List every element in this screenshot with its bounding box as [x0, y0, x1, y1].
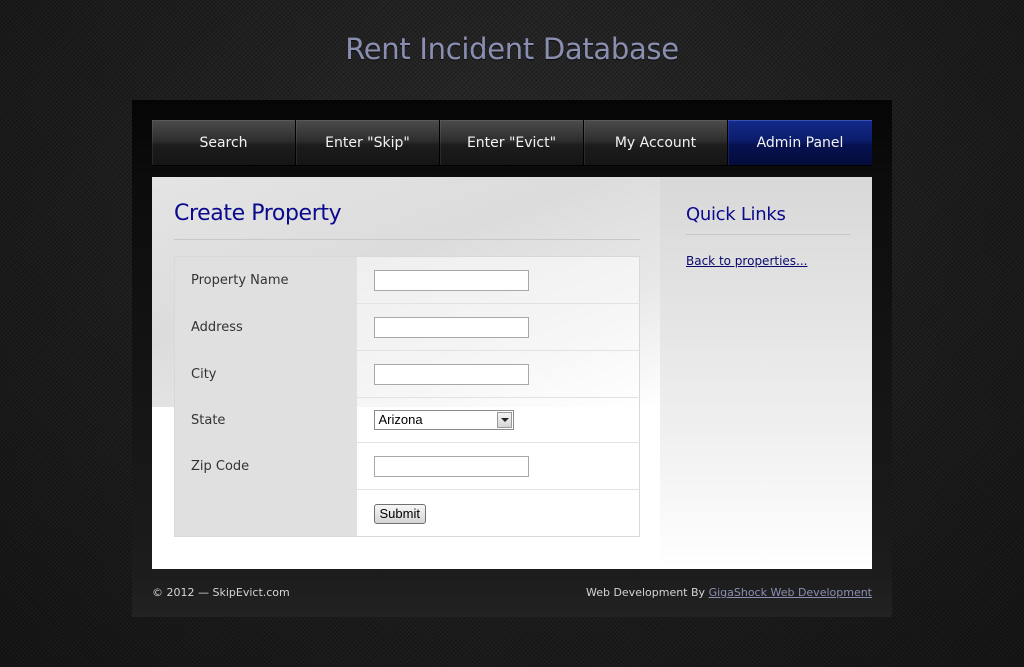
nav-item-enter-skip[interactable]: Enter "Skip" — [296, 120, 439, 166]
address-input[interactable] — [373, 316, 529, 338]
site-title: Rent Incident Database — [345, 32, 679, 66]
back-to-properties-link[interactable]: Back to properties... — [686, 254, 808, 268]
zip-code-label: Zip Code — [174, 442, 357, 490]
page-wrapper: Search Enter "Skip" Enter "Evict" My Acc… — [132, 100, 892, 617]
address-label: Address — [174, 303, 357, 351]
nav-item-admin-panel[interactable]: Admin Panel — [728, 120, 872, 166]
nav-item-enter-evict[interactable]: Enter "Evict" — [440, 120, 583, 166]
nav-item-search[interactable]: Search — [152, 120, 295, 166]
submit-button[interactable]: Submit — [373, 503, 426, 524]
nav-item-my-account[interactable]: My Account — [584, 120, 727, 166]
zip-code-input[interactable] — [373, 455, 529, 477]
title-divider — [174, 239, 640, 240]
state-select-value: Arizona — [378, 412, 423, 427]
main-nav: Search Enter "Skip" Enter "Evict" My Acc… — [152, 120, 872, 166]
property-name-label: Property Name — [174, 256, 357, 304]
chevron-down-icon[interactable] — [496, 412, 512, 428]
state-select[interactable]: Arizona — [373, 410, 514, 430]
city-input[interactable] — [373, 363, 529, 385]
quick-links-divider — [686, 234, 850, 235]
footer-credit: Web Development By GigaShock Web Develop… — [586, 586, 872, 599]
page-title: Create Property — [174, 201, 342, 226]
create-property-form: Property Name Address City State Arizona… — [174, 256, 640, 537]
footer-credit-prefix: Web Development By — [585, 586, 709, 599]
property-name-input[interactable] — [373, 269, 529, 291]
content-area: Create Property Property Name Address Ci… — [152, 177, 872, 569]
footer-copyright: © 2012 — SkipEvict.com — [152, 586, 290, 599]
city-label: City — [174, 350, 357, 398]
quick-links-title: Quick Links — [686, 204, 786, 225]
state-label: State — [174, 397, 357, 443]
gigashock-link[interactable]: GigaShock Web Development — [709, 586, 872, 599]
